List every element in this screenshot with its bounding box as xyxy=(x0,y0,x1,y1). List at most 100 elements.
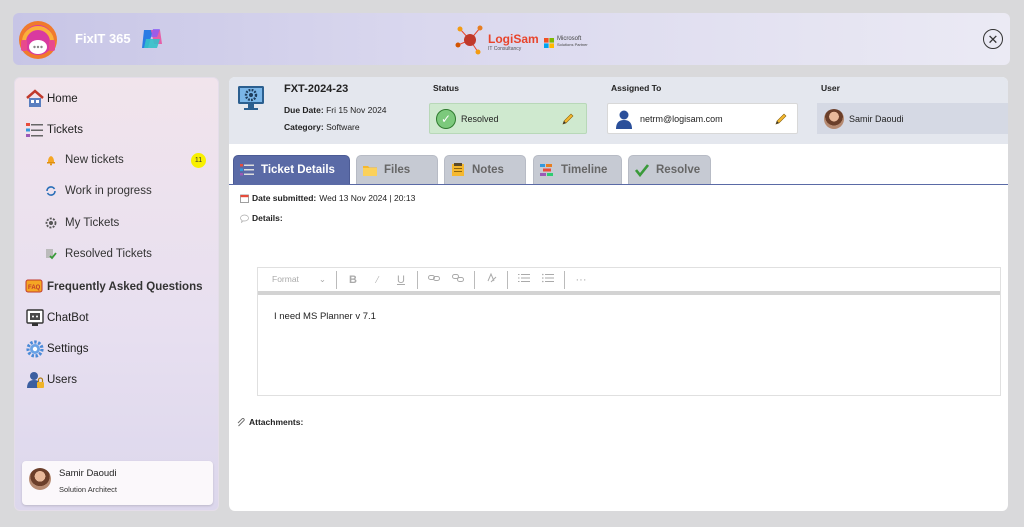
sidebar-item-tickets[interactable]: Tickets xyxy=(25,120,83,140)
copilot-icon[interactable] xyxy=(138,25,166,53)
tab-label: Resolve xyxy=(656,164,701,176)
sidebar-item-label: New tickets xyxy=(65,154,124,166)
tab-label: Ticket Details xyxy=(261,164,335,176)
timeline-icon xyxy=(540,164,553,176)
numbered-list-button[interactable] xyxy=(512,273,536,286)
users-lock-icon xyxy=(27,372,44,388)
current-user-card[interactable]: Samir Daoudi Solution Architect xyxy=(22,461,213,505)
category-label: Category: xyxy=(284,122,324,132)
calendar-icon xyxy=(240,194,249,203)
category: Category: Software xyxy=(284,122,360,132)
speech-bubble-icon xyxy=(240,214,249,223)
toolbar-divider xyxy=(474,270,475,289)
sidebar-item-resolved-tickets[interactable]: Resolved Tickets xyxy=(45,248,152,260)
sidebar-item-faq[interactable]: FAQ Frequently Asked Questions xyxy=(25,277,203,297)
date-submitted: Date submitted: Wed 13 Nov 2024 | 20:13 xyxy=(240,193,415,203)
toolbar-divider xyxy=(336,270,337,289)
tickets-icon xyxy=(26,123,43,137)
sidebar-item-label: Resolved Tickets xyxy=(65,248,152,260)
gear-icon xyxy=(26,340,44,358)
status-label: Status xyxy=(433,83,459,93)
ticket-header: FXT-2024-23 Due Date: Fri 15 Nov 2024 Ca… xyxy=(229,77,1008,144)
sidebar-item-label: My Tickets xyxy=(65,217,120,229)
date-submitted-value: Wed 13 Nov 2024 | 20:13 xyxy=(319,193,416,203)
notes-icon xyxy=(452,163,464,176)
ticket-id: FXT-2024-23 xyxy=(284,83,349,95)
close-icon: ✕ xyxy=(987,31,999,47)
brand-name: LogiSam xyxy=(488,32,539,46)
user-role: Solution Architect xyxy=(59,485,117,494)
clear-formatting-button[interactable] xyxy=(479,272,503,287)
underline-button[interactable]: U xyxy=(389,274,413,286)
date-submitted-label: Date submitted: xyxy=(252,193,317,203)
user-value: Samir Daoudi xyxy=(849,113,904,124)
edit-assigned-pencil-icon[interactable] xyxy=(774,112,788,126)
sidebar-item-new-tickets[interactable]: New tickets xyxy=(45,154,124,166)
clear-format-icon xyxy=(487,272,497,283)
tab-label: Timeline xyxy=(561,164,608,176)
refresh-icon xyxy=(46,186,56,196)
sidebar-item-chatbot[interactable]: ChatBot xyxy=(25,308,89,328)
new-tickets-count-badge: 11 xyxy=(191,153,206,168)
attachments-label: Attachments: xyxy=(249,417,304,427)
user-label: User xyxy=(821,83,840,93)
unlink-icon xyxy=(452,274,464,282)
sidebar-item-label: Settings xyxy=(47,343,89,355)
due-date-value: Fri 15 Nov 2024 xyxy=(326,105,387,115)
category-value: Software xyxy=(326,122,360,132)
sidebar-item-label: Home xyxy=(47,93,78,105)
sidebar-item-home[interactable]: Home xyxy=(25,89,78,109)
tab-notes[interactable]: Notes xyxy=(444,155,526,184)
status-value: Resolved xyxy=(461,113,499,124)
italic-button[interactable]: / xyxy=(365,274,389,286)
person-icon xyxy=(616,110,632,129)
edit-status-pencil-icon[interactable] xyxy=(561,112,575,126)
details-heading: Details: xyxy=(240,213,283,223)
editor-content[interactable]: I need MS Planner v 7.1 xyxy=(274,311,376,322)
user-gear-icon xyxy=(45,217,57,229)
numbered-list-icon xyxy=(518,274,530,282)
computer-settings-icon xyxy=(238,86,264,110)
partner-text: Microsoft Solutions Partner xyxy=(557,36,588,48)
sidebar-item-users[interactable]: Users xyxy=(25,370,77,390)
tab-resolve[interactable]: Resolve xyxy=(628,155,711,184)
chatbot-icon xyxy=(26,309,44,326)
rich-text-editor[interactable]: Format ⌄ B / U ··· I need MS Planner v 7… xyxy=(257,267,1001,396)
link-icon xyxy=(428,275,440,281)
toolbar-divider xyxy=(507,270,508,289)
bold-button[interactable]: B xyxy=(341,274,365,286)
brand-network-icon xyxy=(455,25,483,55)
resolved-icon xyxy=(46,249,57,260)
brand-subtitle: IT Consultancy xyxy=(488,46,522,52)
tab-bar: Ticket Details Files Notes Timeline Reso… xyxy=(233,155,1008,185)
more-options-button[interactable]: ··· xyxy=(569,274,593,286)
sidebar: Home Tickets New tickets 11 Work in prog… xyxy=(14,77,219,511)
microsoft-logo-icon xyxy=(544,38,554,48)
tab-files[interactable]: Files xyxy=(356,155,438,184)
sidebar-item-label: Tickets xyxy=(47,124,83,136)
sidebar-item-settings[interactable]: Settings xyxy=(25,339,89,359)
sidebar-item-label: ChatBot xyxy=(47,312,89,324)
assigned-to-field[interactable]: netrm@logisam.com xyxy=(607,103,798,134)
tab-ticket-details[interactable]: Ticket Details xyxy=(233,155,350,184)
editor-toolbar: Format ⌄ B / U ··· xyxy=(258,268,1000,295)
bullet-list-button[interactable] xyxy=(536,273,560,286)
sidebar-item-my-tickets[interactable]: My Tickets xyxy=(45,217,119,229)
format-dropdown-label: Format xyxy=(272,274,299,284)
app-name: FixIT 365 xyxy=(75,31,131,46)
svg-text:FAQ: FAQ xyxy=(28,285,41,291)
home-icon xyxy=(26,89,44,107)
insert-link-button[interactable] xyxy=(422,273,446,286)
status-field[interactable]: ✓ Resolved xyxy=(429,103,587,134)
due-date: Due Date: Fri 15 Nov 2024 xyxy=(284,105,387,115)
sidebar-item-label: Frequently Asked Questions xyxy=(47,281,203,293)
details-icon xyxy=(240,164,254,176)
folder-icon xyxy=(363,166,377,176)
close-button[interactable]: ✕ xyxy=(983,29,1003,49)
remove-link-button[interactable] xyxy=(446,273,470,286)
sidebar-item-label: Work in progress xyxy=(65,185,152,197)
toolbar-divider xyxy=(564,270,565,289)
sidebar-item-work-in-progress[interactable]: Work in progress xyxy=(45,185,152,197)
tab-timeline[interactable]: Timeline xyxy=(533,155,622,184)
format-dropdown[interactable]: Format ⌄ xyxy=(258,274,336,285)
